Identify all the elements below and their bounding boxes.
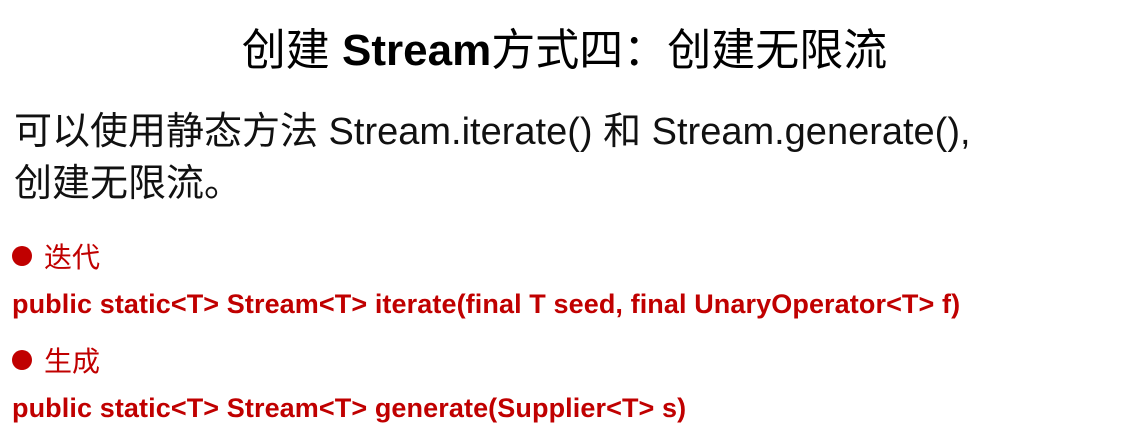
slide: 创建 Stream方式四：创建无限流 可以使用静态方法 Stream.itera… <box>0 0 1129 438</box>
title-prefix: 创建 <box>241 26 343 75</box>
description-line-2: 创建无限流。 <box>14 163 243 205</box>
bullet-dot-icon <box>12 246 32 266</box>
bullet-iterate: 迭代 <box>12 236 100 276</box>
bullet-label: 生成 <box>44 346 101 377</box>
bullet-generate: 生成 <box>12 340 100 380</box>
iterate-signature: public static<T> Stream<T> iterate(final… <box>12 289 961 319</box>
title-code: Stream <box>342 26 492 75</box>
slide-title: 创建 Stream方式四：创建无限流 <box>0 14 1129 78</box>
description-line-1: 可以使用静态方法 Stream.iterate() 和 Stream.gener… <box>14 111 971 153</box>
bullet-label: 迭代 <box>44 242 101 273</box>
generate-signature: public static<T> Stream<T> generate(Supp… <box>12 393 687 423</box>
bullet-dot-icon <box>12 350 32 370</box>
title-suffix: 方式四：创建无限流 <box>491 26 888 75</box>
